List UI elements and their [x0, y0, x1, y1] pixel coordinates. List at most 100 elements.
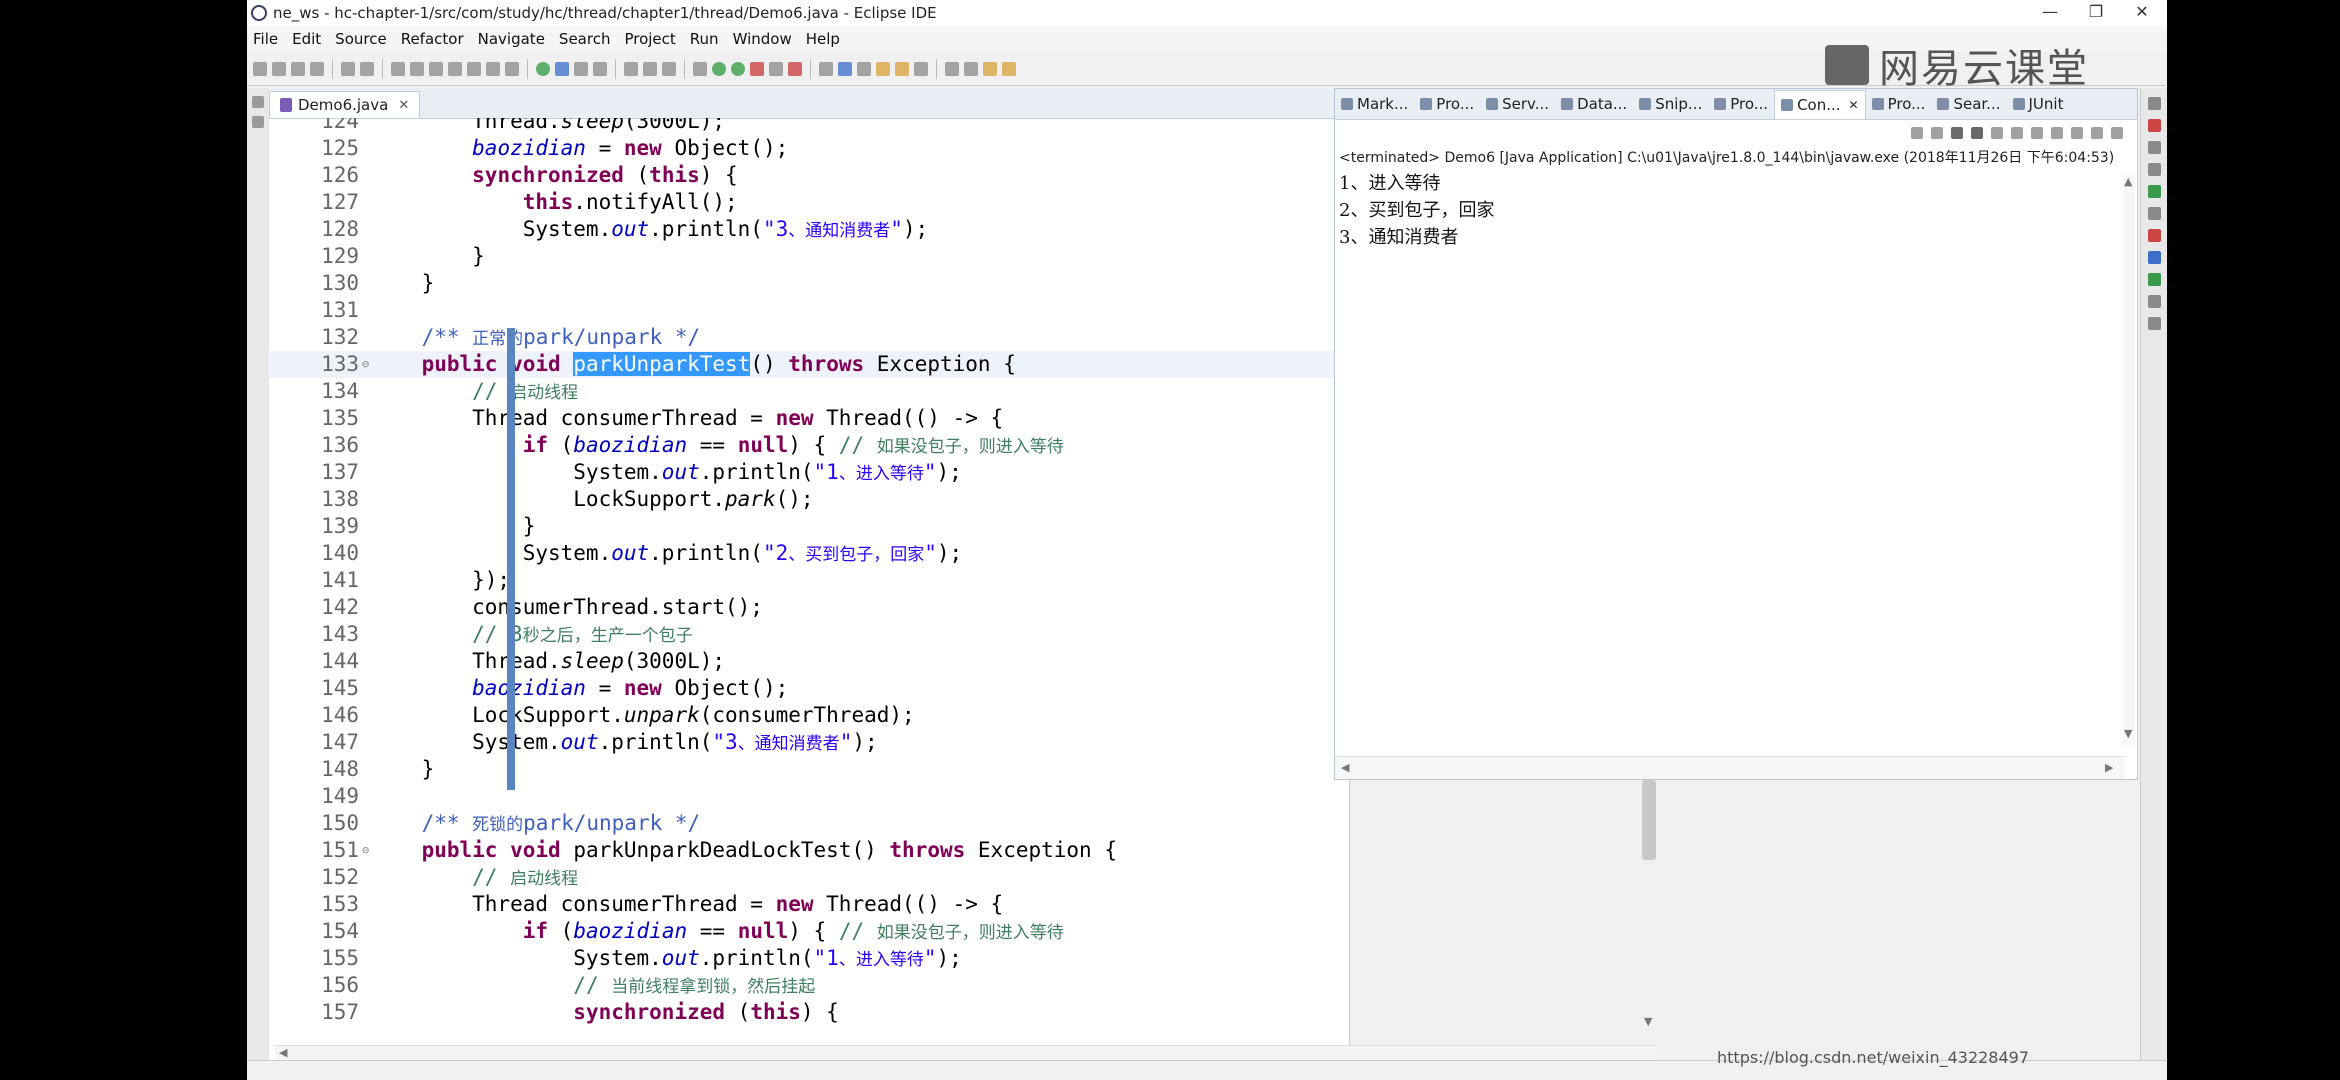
search-icon[interactable]: [914, 61, 928, 76]
code-line[interactable]: 139 }: [269, 513, 1349, 540]
menu-refactor[interactable]: Refactor: [401, 30, 464, 48]
new-package-icon[interactable]: [838, 61, 852, 76]
console-vertical-scrollbar[interactable]: ▲ ▼: [2123, 175, 2135, 745]
tab-junit[interactable]: JUnit: [2007, 90, 2070, 118]
code-line[interactable]: 127 this.notifyAll();: [269, 189, 1349, 216]
step-return-icon[interactable]: [505, 61, 519, 76]
menu-project[interactable]: Project: [624, 30, 675, 48]
menu-navigate[interactable]: Navigate: [478, 30, 545, 48]
code-line[interactable]: 145 baozidian = new Object();: [269, 675, 1349, 702]
disconnect-icon[interactable]: [448, 61, 462, 76]
annotation-prev-icon[interactable]: [662, 61, 676, 76]
editor-scroll-thumb[interactable]: [1642, 780, 1656, 860]
code-line[interactable]: 138 LockSupport.park();: [269, 486, 1349, 513]
skip-breakpoints-icon[interactable]: [360, 61, 374, 76]
tab-markers[interactable]: Mark...: [1335, 90, 1414, 118]
code-line[interactable]: 129 }: [269, 243, 1349, 270]
tab-demo6-java[interactable]: Demo6.java ✕: [269, 91, 421, 118]
editor-horizontal-scrollbar[interactable]: ◀: [275, 1045, 1655, 1060]
scroll-left-icon[interactable]: ◀: [279, 1046, 287, 1059]
git-icon[interactable]: [2148, 295, 2161, 308]
console-icon[interactable]: [2148, 251, 2161, 264]
minimize-button[interactable]: —: [2027, 0, 2073, 26]
tab-properties[interactable]: Pro...: [1414, 90, 1480, 118]
menu-search[interactable]: Search: [559, 30, 611, 48]
code-line[interactable]: 136 if (baozidian == null) { // 如果没包子，则进…: [269, 432, 1349, 459]
run-icon[interactable]: [712, 61, 726, 76]
close-tab-icon[interactable]: ✕: [1849, 98, 1859, 112]
open-task-icon[interactable]: [895, 61, 909, 76]
clear-console-icon[interactable]: [1991, 127, 2003, 139]
navigator-icon[interactable]: [2148, 207, 2161, 220]
scroll-down-icon[interactable]: ▼: [1644, 1015, 1652, 1028]
tab-servers[interactable]: Serv...: [1480, 90, 1555, 118]
scroll-lock-icon[interactable]: [2011, 127, 2023, 139]
scroll-down-icon[interactable]: ▼: [2124, 727, 2132, 740]
code-line[interactable]: 134 // 启动线程: [269, 378, 1349, 405]
code-line[interactable]: 146 LockSupport.unpark(consumerThread);: [269, 702, 1349, 729]
hierarchy-icon[interactable]: [2148, 163, 2161, 176]
menu-window[interactable]: Window: [733, 30, 792, 48]
code-line[interactable]: 141 });: [269, 567, 1349, 594]
show-on-output-icon[interactable]: [2051, 127, 2063, 139]
profile-icon[interactable]: [750, 61, 764, 76]
restore-icon[interactable]: [252, 96, 264, 108]
terminal-icon[interactable]: [341, 61, 355, 76]
code-line[interactable]: 125 baozidian = new Object();: [269, 135, 1349, 162]
fold-icon[interactable]: ⊖: [362, 837, 369, 864]
tab-snippets[interactable]: Snip...: [1633, 90, 1708, 118]
terminate-console-icon[interactable]: [1931, 127, 1943, 139]
code-line[interactable]: 153 Thread consumerThread = new Thread((…: [269, 891, 1349, 918]
resume-icon[interactable]: [391, 61, 405, 76]
code-area[interactable]: 124 Thread.sleep(3000L); 125 baozidian = …: [269, 118, 1349, 1058]
close-tab-icon[interactable]: ✕: [398, 98, 409, 113]
maximize-button[interactable]: ❐: [2073, 0, 2119, 26]
back-icon[interactable]: [983, 61, 997, 76]
show-whitespace-icon[interactable]: [593, 61, 607, 76]
restore-icon[interactable]: [2148, 97, 2161, 110]
debug-icon[interactable]: [693, 61, 707, 76]
close-button[interactable]: ✕: [2119, 0, 2165, 26]
tab-progress[interactable]: Pro...: [1866, 90, 1932, 118]
code-line[interactable]: 124 Thread.sleep(3000L);: [269, 118, 1349, 135]
code-line[interactable]: 131: [269, 297, 1349, 324]
remove-all-launches-icon[interactable]: [1971, 127, 1983, 139]
terminate-icon[interactable]: [429, 61, 443, 76]
code-line[interactable]: 149: [269, 783, 1349, 810]
external-tools-icon[interactable]: [769, 61, 783, 76]
toggle-mark-occurrences-icon[interactable]: [555, 61, 569, 76]
step-over-icon[interactable]: [486, 61, 500, 76]
code-line[interactable]: 147 System.out.println("3、通知消费者");: [269, 729, 1349, 756]
display-selected-console-icon[interactable]: [2071, 127, 2083, 139]
code-line[interactable]: 155 System.out.println("1、进入等待");: [269, 945, 1349, 972]
code-line[interactable]: 126 synchronized (this) {: [269, 162, 1349, 189]
new-java-project-icon[interactable]: [819, 61, 833, 76]
open-type-icon[interactable]: [876, 61, 890, 76]
code-line[interactable]: 143 // 3秒之后，生产一个包子: [269, 621, 1349, 648]
code-line[interactable]: 140 System.out.println("2、买到包子，回家");: [269, 540, 1349, 567]
new-class-icon[interactable]: [857, 61, 871, 76]
code-line[interactable]: 152 // 启动线程: [269, 864, 1349, 891]
scroll-left-icon[interactable]: ◀: [1341, 761, 1349, 774]
menu-source[interactable]: Source: [335, 30, 387, 48]
ant-icon[interactable]: [2148, 185, 2161, 198]
annotation-next-icon[interactable]: [643, 61, 657, 76]
menu-run[interactable]: Run: [690, 30, 719, 48]
code-line[interactable]: 148 }: [269, 756, 1349, 783]
code-line[interactable]: 157 synchronized (this) {: [269, 999, 1349, 1026]
open-console-icon[interactable]: [2091, 127, 2103, 139]
scroll-up-icon[interactable]: ▲: [2124, 175, 2132, 188]
code-line[interactable]: 150 /** 死锁的park/unpark */: [269, 810, 1349, 837]
code-line[interactable]: 137 System.out.println("1、进入等待");: [269, 459, 1349, 486]
suspend-icon[interactable]: [410, 61, 424, 76]
tab-problems[interactable]: Pro...: [1708, 90, 1774, 118]
code-line[interactable]: 142 consumerThread.start();: [269, 594, 1349, 621]
fold-icon[interactable]: ⊖: [362, 351, 369, 378]
outline-icon[interactable]: [2148, 119, 2161, 132]
code-line[interactable]: 132 /** 正常的park/unpark */: [269, 324, 1349, 351]
code-line[interactable]: 156 // 当前线程拿到锁，然后挂起: [269, 972, 1349, 999]
bookmarks-icon[interactable]: [2148, 229, 2161, 242]
run-coverage-icon[interactable]: [731, 61, 745, 76]
next-edit-icon[interactable]: [945, 61, 959, 76]
servers-icon[interactable]: [788, 61, 802, 76]
